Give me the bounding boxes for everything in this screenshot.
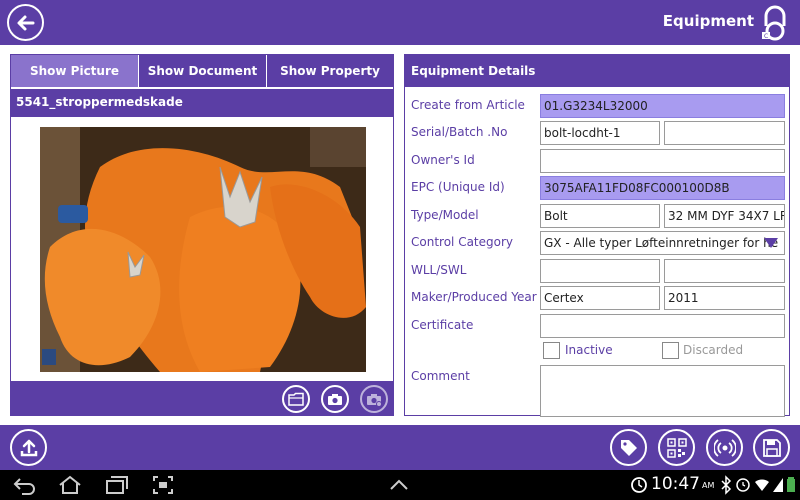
owners-id-label: Owner's Id	[411, 153, 475, 167]
camera-icon	[328, 393, 342, 405]
equipment-photo	[40, 127, 366, 372]
maker-year-label: Maker/Produced Year	[411, 290, 537, 304]
inactive-checkbox[interactable]	[543, 342, 560, 359]
wll-swl-row: WLL/SWL	[405, 259, 789, 283]
rfid-scan-button[interactable]	[706, 429, 743, 466]
maker-year-row: Maker/Produced Year Certex 2011	[405, 286, 789, 310]
back-nav-icon[interactable]	[12, 475, 36, 495]
app-header: Equipment C	[0, 0, 800, 45]
back-button[interactable]	[7, 4, 44, 41]
swl-field[interactable]	[664, 259, 785, 283]
discarded-checkbox[interactable]	[662, 342, 679, 359]
serial-batch-field[interactable]: bolt-locdht-1	[540, 121, 660, 145]
status-row: Inactive Discarded	[405, 342, 789, 366]
page-title: Equipment	[662, 12, 754, 30]
dropdown-arrow-icon	[764, 238, 778, 248]
camera-settings-button[interactable]	[360, 385, 388, 413]
serial-batch-label: Serial/Batch .No	[411, 125, 508, 139]
owners-id-field[interactable]	[540, 149, 785, 173]
main-content: Show Picture Show Document Show Property…	[0, 45, 800, 425]
upload-button[interactable]	[10, 429, 47, 466]
qr-code-icon	[666, 437, 687, 458]
recent-apps-icon[interactable]	[105, 475, 129, 495]
picture-toolbar	[11, 381, 393, 415]
picture-name: 5541_stroppermedskade	[11, 89, 393, 117]
comment-textarea[interactable]	[540, 365, 785, 417]
certificate-field[interactable]	[540, 314, 785, 338]
tag-button[interactable]	[610, 429, 647, 466]
tag-icon	[620, 439, 637, 456]
svg-text:C: C	[764, 33, 768, 40]
type-model-label: Type/Model	[411, 208, 479, 222]
system-navigation-bar: 10:47 AM	[0, 470, 800, 500]
open-folder-button[interactable]	[282, 385, 310, 413]
details-title: Equipment Details	[405, 55, 789, 87]
comment-row: Comment	[405, 365, 789, 419]
home-nav-icon[interactable]	[58, 475, 82, 495]
equipment-details-panel: Equipment Details Create from Article 01…	[404, 54, 790, 419]
take-photo-button[interactable]	[321, 385, 349, 413]
control-category-select[interactable]: GX - Alle typer Løfteinnretninger for he	[540, 231, 785, 255]
wll-field[interactable]	[540, 259, 660, 283]
produced-year-field[interactable]: 2011	[664, 286, 785, 310]
clock-ampm: AM	[702, 481, 715, 490]
arrow-left-icon	[17, 15, 34, 30]
save-icon	[762, 438, 781, 457]
folder-icon	[288, 392, 304, 406]
inactive-label: Inactive	[565, 343, 613, 357]
bottom-action-bar	[0, 425, 800, 470]
shackle-logo-icon: C	[758, 4, 792, 41]
owners-id-row: Owner's Id	[405, 149, 789, 173]
create-from-article-field[interactable]: 01.G3234L32000	[540, 94, 785, 118]
bluetooth-icon	[721, 475, 732, 495]
create-from-article-row: Create from Article 01.G3234L32000	[405, 94, 789, 118]
epc-field[interactable]: 3075AFA11FD08FC000100D8B	[540, 176, 785, 200]
control-category-label: Control Category	[411, 235, 514, 249]
panel-tabs: Show Picture Show Document Show Property	[11, 55, 393, 87]
screenshot-icon[interactable]	[152, 475, 174, 495]
certificate-label: Certificate	[411, 318, 474, 332]
alarm-clock-icon	[736, 478, 750, 492]
comment-label: Comment	[411, 369, 470, 383]
upload-icon	[20, 439, 37, 456]
qr-code-button[interactable]	[658, 429, 695, 466]
epc-label: EPC (Unique Id)	[411, 180, 505, 194]
epc-row: EPC (Unique Id) 3075AFA11FD08FC000100D8B	[405, 176, 789, 200]
maker-field[interactable]: Certex	[540, 286, 660, 310]
tab-show-property[interactable]: Show Property	[267, 55, 393, 87]
clock-time: 10:47	[651, 474, 700, 494]
certificate-row: Certificate	[405, 314, 789, 338]
tab-show-document[interactable]: Show Document	[139, 55, 267, 87]
control-category-row: Control Category GX - Alle typer Løftein…	[405, 231, 789, 255]
create-from-article-label: Create from Article	[411, 98, 525, 112]
battery-icon	[787, 477, 795, 492]
discarded-label: Discarded	[683, 343, 744, 357]
control-category-value: GX - Alle typer Løfteinnretninger for he	[544, 236, 779, 250]
picture-panel: Show Picture Show Document Show Property…	[10, 54, 394, 416]
wifi-icon	[755, 479, 769, 491]
type-model-row: Type/Model Bolt 32 MM DYF 34X7 LR	[405, 204, 789, 228]
camera-settings-icon	[367, 393, 382, 406]
save-button[interactable]	[753, 429, 790, 466]
serial-batch-row: Serial/Batch .No bolt-locdht-1	[405, 121, 789, 145]
chevron-up-icon[interactable]	[388, 475, 410, 495]
type-field[interactable]: Bolt	[540, 204, 660, 228]
alarm-status-icon	[631, 477, 647, 493]
tab-show-picture[interactable]: Show Picture	[11, 55, 139, 87]
serial-batch-extra-field[interactable]	[664, 121, 785, 145]
model-field[interactable]: 32 MM DYF 34X7 LR	[664, 204, 785, 228]
rfid-signal-icon	[713, 438, 736, 457]
signal-icon	[773, 478, 783, 492]
wll-swl-label: WLL/SWL	[411, 263, 467, 277]
